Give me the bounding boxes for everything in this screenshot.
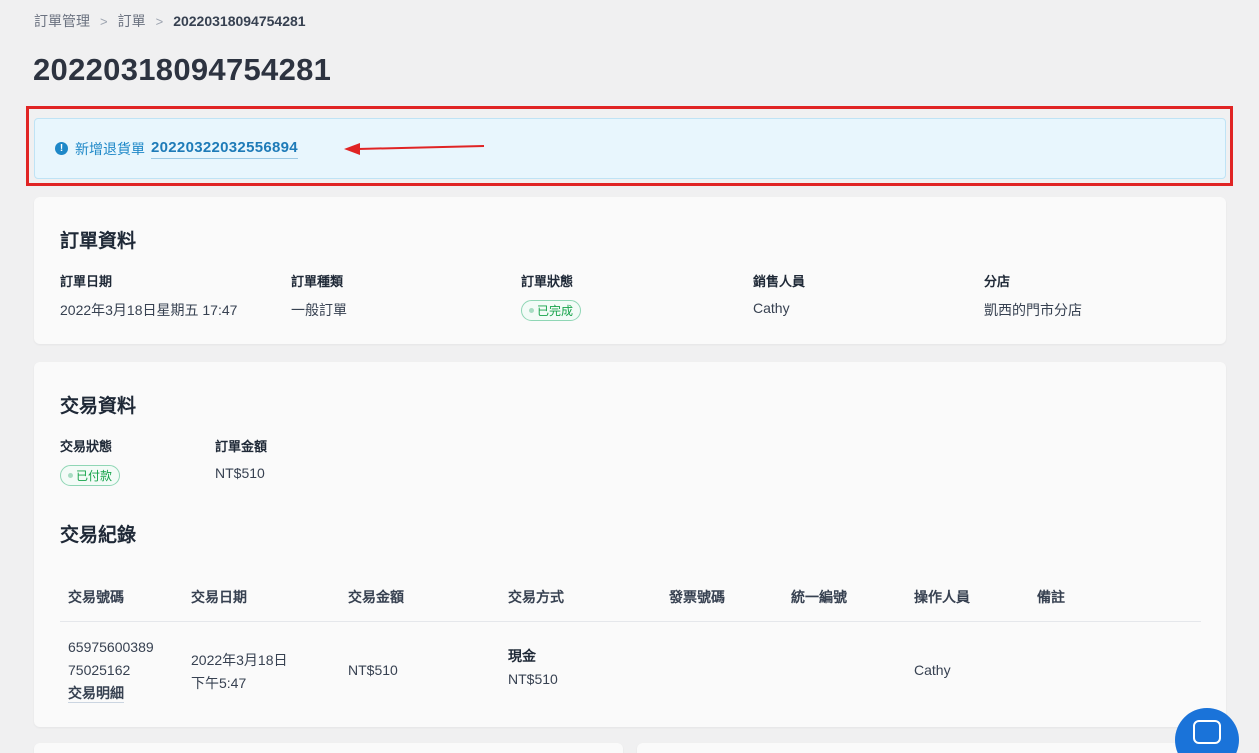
order-info-title: 訂單資料	[60, 231, 137, 252]
order-amount-field: 訂單金額 NT$510	[215, 436, 267, 481]
annotation-arrow-icon	[344, 143, 485, 155]
transaction-method-amount: NT$510	[508, 671, 558, 687]
transaction-records-table: 交易號碼 交易日期 交易金額 交易方式 發票號碼 統一編號 操作人員 備註 65…	[60, 567, 1201, 712]
bottom-left-card	[34, 743, 623, 753]
salesperson-field: 銷售人員 Cathy	[753, 271, 805, 316]
order-status-field: 訂單狀態 已完成	[521, 271, 582, 321]
order-type-value: 一般訂單	[291, 302, 347, 318]
field-label: 訂單日期	[60, 274, 113, 289]
column-header: 交易金額	[348, 589, 404, 605]
order-info-card: 訂單資料 訂單日期 2022年3月18日星期五 17:47 訂單種類 一般訂單 …	[34, 197, 1226, 344]
field-label: 分店	[984, 274, 1011, 289]
breadcrumb-item-orders[interactable]: 訂單	[118, 11, 146, 31]
column-header: 備註	[1037, 589, 1065, 605]
column-header: 交易方式	[508, 589, 564, 605]
transaction-records-title: 交易紀錄	[60, 525, 137, 546]
table-row: 65975600389 75025162 交易明細 2022年3月18日 下午5…	[60, 622, 1201, 712]
column-header: 統一編號	[791, 589, 847, 605]
transaction-amount-cell: NT$510	[348, 662, 398, 678]
field-label: 銷售人員	[753, 274, 806, 289]
status-badge-label: 已付款	[76, 469, 113, 483]
salesperson-value: Cathy	[753, 300, 790, 316]
table-header: 交易號碼 交易日期 交易金額 交易方式 發票號碼 統一編號 操作人員 備註	[60, 567, 1201, 622]
chat-bubble-icon	[1193, 720, 1221, 744]
branch-field: 分店 凱西的門市分店	[984, 271, 1082, 320]
status-badge-label: 已完成	[537, 304, 574, 318]
transaction-status-field: 交易狀態 已付款	[60, 436, 121, 486]
transaction-method-cell: 現金 NT$510	[508, 645, 558, 691]
highlight-annotation-box	[26, 106, 1233, 186]
column-header: 交易號碼	[68, 589, 124, 605]
transaction-number-cell: 65975600389 75025162 交易明細	[68, 636, 154, 705]
transaction-date-cell: 2022年3月18日 下午5:47	[191, 649, 288, 695]
branch-value: 凱西的門市分店	[984, 302, 1082, 318]
order-type-field: 訂單種類 一般訂單	[291, 271, 347, 320]
transaction-detail-link[interactable]: 交易明細	[68, 684, 124, 703]
status-badge: 已完成	[521, 300, 582, 321]
breadcrumb: 訂單管理 > 訂單 > 20220318094754281	[34, 11, 306, 31]
operator-cell: Cathy	[914, 662, 951, 678]
transaction-info-title: 交易資料	[60, 396, 137, 417]
chevron-right-icon: >	[155, 13, 164, 29]
payment-status-badge: 已付款	[60, 465, 121, 486]
bottom-right-card	[637, 743, 1226, 753]
page-title: 20220318094754281	[33, 52, 332, 87]
status-dot-icon	[529, 308, 534, 313]
transaction-number-line2: 75025162	[68, 662, 131, 678]
status-dot-icon	[68, 473, 73, 478]
transaction-info-card: 交易資料 交易狀態 已付款 訂單金額 NT$510 交易紀錄 交易號碼 交易日期…	[34, 362, 1226, 727]
order-date-value: 2022年3月18日星期五 17:47	[60, 302, 238, 318]
column-header: 發票號碼	[669, 589, 725, 605]
breadcrumb-item-current: 20220318094754281	[173, 13, 306, 29]
field-label: 訂單種類	[291, 274, 344, 289]
field-label: 訂單狀態	[521, 274, 574, 289]
chevron-right-icon: >	[100, 13, 108, 29]
transaction-date-line2: 下午5:47	[191, 675, 247, 691]
order-amount-value: NT$510	[215, 465, 265, 481]
breadcrumb-item-order-management[interactable]: 訂單管理	[34, 11, 90, 31]
transaction-method-name: 現金	[508, 648, 536, 664]
column-header: 交易日期	[191, 589, 247, 605]
field-label: 訂單金額	[215, 439, 268, 454]
transaction-date-line1: 2022年3月18日	[191, 652, 288, 668]
field-label: 交易狀態	[60, 439, 113, 454]
column-header: 操作人員	[914, 589, 970, 605]
order-date-field: 訂單日期 2022年3月18日星期五 17:47	[60, 271, 237, 320]
transaction-number-line1: 65975600389	[68, 639, 154, 655]
